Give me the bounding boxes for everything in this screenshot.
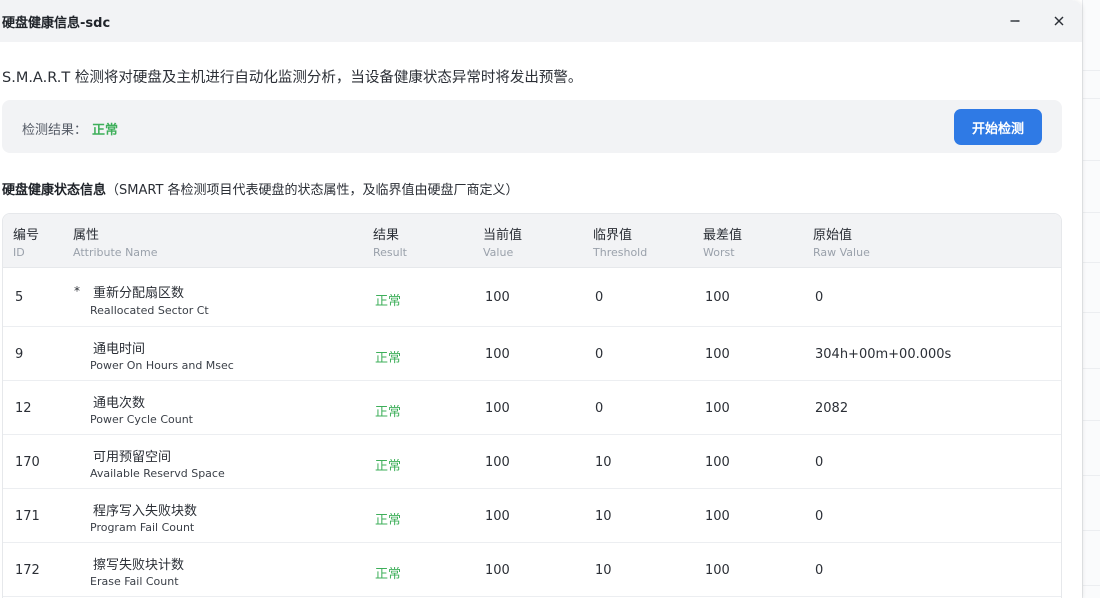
cell-result: 正常 xyxy=(375,513,402,528)
cell-raw-value: 0 xyxy=(815,563,824,578)
attribute-name-cn: 可用预留空间 xyxy=(93,450,172,465)
attribute-name-en: Reallocated Sector Ct xyxy=(90,304,209,317)
table-row: 171 程序写入失败块数 Program Fail Count 正常 100 1… xyxy=(3,489,1061,543)
table-row: 170 可用预留空间 Available Reservd Space 正常 10… xyxy=(3,435,1061,489)
cell-threshold: 0 xyxy=(595,347,604,362)
column-header-result: 结果 Result xyxy=(373,224,407,259)
section-subtitle: （SMART 各检测项目代表硬盘的状态属性，及临界值由硬盘厂商定义） xyxy=(106,183,519,198)
cell-result: 正常 xyxy=(375,294,402,309)
attribute-name-en: Available Reservd Space xyxy=(90,467,225,480)
minimize-icon xyxy=(1010,20,1020,22)
column-sublabel: Value xyxy=(483,246,514,259)
cell-threshold: 0 xyxy=(595,290,604,305)
column-header-value: 当前值 Value xyxy=(483,224,522,259)
table-row: 9 通电时间 Power On Hours and Msec 正常 100 0 … xyxy=(3,327,1061,381)
table-header: 编号 ID 属性 Attribute Name 结果 Result 当前值 Va… xyxy=(3,214,1061,268)
cell-id: 171 xyxy=(15,509,40,524)
cell-raw-value: 0 xyxy=(815,455,824,470)
attribute-name-cn: 重新分配扇区数 xyxy=(93,286,185,301)
cell-result: 正常 xyxy=(375,459,402,474)
cell-threshold: 10 xyxy=(595,509,612,524)
column-sublabel: Result xyxy=(373,246,407,259)
cell-worst: 100 xyxy=(705,290,730,305)
cell-worst: 100 xyxy=(705,401,730,416)
critical-marker: * xyxy=(74,284,80,298)
column-sublabel: Threshold xyxy=(593,246,648,259)
column-sublabel: Attribute Name xyxy=(73,246,158,259)
column-label: 最差值 xyxy=(703,228,743,243)
attribute-name-en: Power Cycle Count xyxy=(90,413,193,426)
cell-threshold: 10 xyxy=(595,455,612,470)
dialog-titlebar: 硬盘健康信息-sdc xyxy=(0,0,1082,42)
cell-id: 5 xyxy=(15,290,24,305)
result-label: 检测结果： xyxy=(22,123,88,138)
cell-raw-value: 304h+00m+00.000s xyxy=(815,347,952,362)
cell-value: 100 xyxy=(485,509,510,524)
attribute-name-en: Power On Hours and Msec xyxy=(90,359,234,372)
disk-health-dialog: 硬盘健康信息-sdc S.M.A.R.T 检测将对硬盘及主机进行自动化监测分析，… xyxy=(0,0,1082,598)
cell-id: 170 xyxy=(15,455,40,470)
column-label: 临界值 xyxy=(593,228,633,243)
smart-description: S.M.A.R.T 检测将对硬盘及主机进行自动化监测分析，当设备健康状态异常时将… xyxy=(2,70,583,86)
cell-worst: 100 xyxy=(705,455,730,470)
cell-value: 100 xyxy=(485,290,510,305)
cell-worst: 100 xyxy=(705,509,730,524)
table-row: 12 通电次数 Power Cycle Count 正常 100 0 100 2… xyxy=(3,381,1061,435)
cell-worst: 100 xyxy=(705,347,730,362)
cell-id: 172 xyxy=(15,563,40,578)
smart-attributes-table: 编号 ID 属性 Attribute Name 结果 Result 当前值 Va… xyxy=(2,213,1062,598)
section-title: 硬盘健康状态信息 xyxy=(2,183,107,198)
cell-raw-value: 0 xyxy=(815,290,824,305)
cell-value: 100 xyxy=(485,563,510,578)
close-button[interactable] xyxy=(1046,8,1072,34)
cell-threshold: 10 xyxy=(595,563,612,578)
cell-raw-value: 2082 xyxy=(815,401,849,416)
background-window-edge xyxy=(1082,0,1100,598)
cell-id: 9 xyxy=(15,347,24,362)
table-row: 172 擦写失败块计数 Erase Fail Count 正常 100 10 1… xyxy=(3,543,1061,597)
cell-value: 100 xyxy=(485,347,510,362)
column-label: 当前值 xyxy=(483,228,523,243)
column-label: 结果 xyxy=(373,228,400,243)
attribute-name-cn: 通电时间 xyxy=(93,342,146,357)
detection-result-panel: 检测结果： 正常 开始检测 xyxy=(2,100,1062,153)
attribute-name-en: Erase Fail Count xyxy=(90,575,179,588)
minimize-button[interactable] xyxy=(1002,8,1028,34)
column-header-raw-value: 原始值 Raw Value xyxy=(813,224,870,259)
attribute-name-cn: 程序写入失败块数 xyxy=(93,504,198,519)
table-row: 5 * 重新分配扇区数 Reallocated Sector Ct 正常 100… xyxy=(3,268,1061,327)
cell-threshold: 0 xyxy=(595,401,604,416)
section-heading: 硬盘健康状态信息（SMART 各检测项目代表硬盘的状态属性，及临界值由硬盘厂商定… xyxy=(2,179,519,198)
column-header-id: 编号 ID xyxy=(13,224,39,259)
cell-id: 12 xyxy=(15,401,32,416)
cell-value: 100 xyxy=(485,401,510,416)
column-header-threshold: 临界值 Threshold xyxy=(593,224,647,259)
column-sublabel: ID xyxy=(13,246,25,259)
start-check-button[interactable]: 开始检测 xyxy=(954,109,1042,145)
cell-result: 正常 xyxy=(375,405,402,420)
column-sublabel: Raw Value xyxy=(813,246,870,259)
cell-result: 正常 xyxy=(375,351,402,366)
column-header-attribute: 属性 Attribute Name xyxy=(73,224,158,259)
column-label: 编号 xyxy=(13,228,40,243)
cell-worst: 100 xyxy=(705,563,730,578)
result-status: 正常 xyxy=(92,123,119,138)
cell-raw-value: 0 xyxy=(815,509,824,524)
close-icon xyxy=(1054,16,1064,26)
column-label: 属性 xyxy=(73,228,100,243)
attribute-name-cn: 擦写失败块计数 xyxy=(93,558,185,573)
dialog-title: 硬盘健康信息-sdc xyxy=(2,16,111,31)
cell-result: 正常 xyxy=(375,567,402,582)
cell-value: 100 xyxy=(485,455,510,470)
column-sublabel: Worst xyxy=(703,246,735,259)
attribute-name-en: Program Fail Count xyxy=(90,521,195,534)
attribute-name-cn: 通电次数 xyxy=(93,396,146,411)
column-header-worst: 最差值 Worst xyxy=(703,224,742,259)
column-label: 原始值 xyxy=(813,228,853,243)
